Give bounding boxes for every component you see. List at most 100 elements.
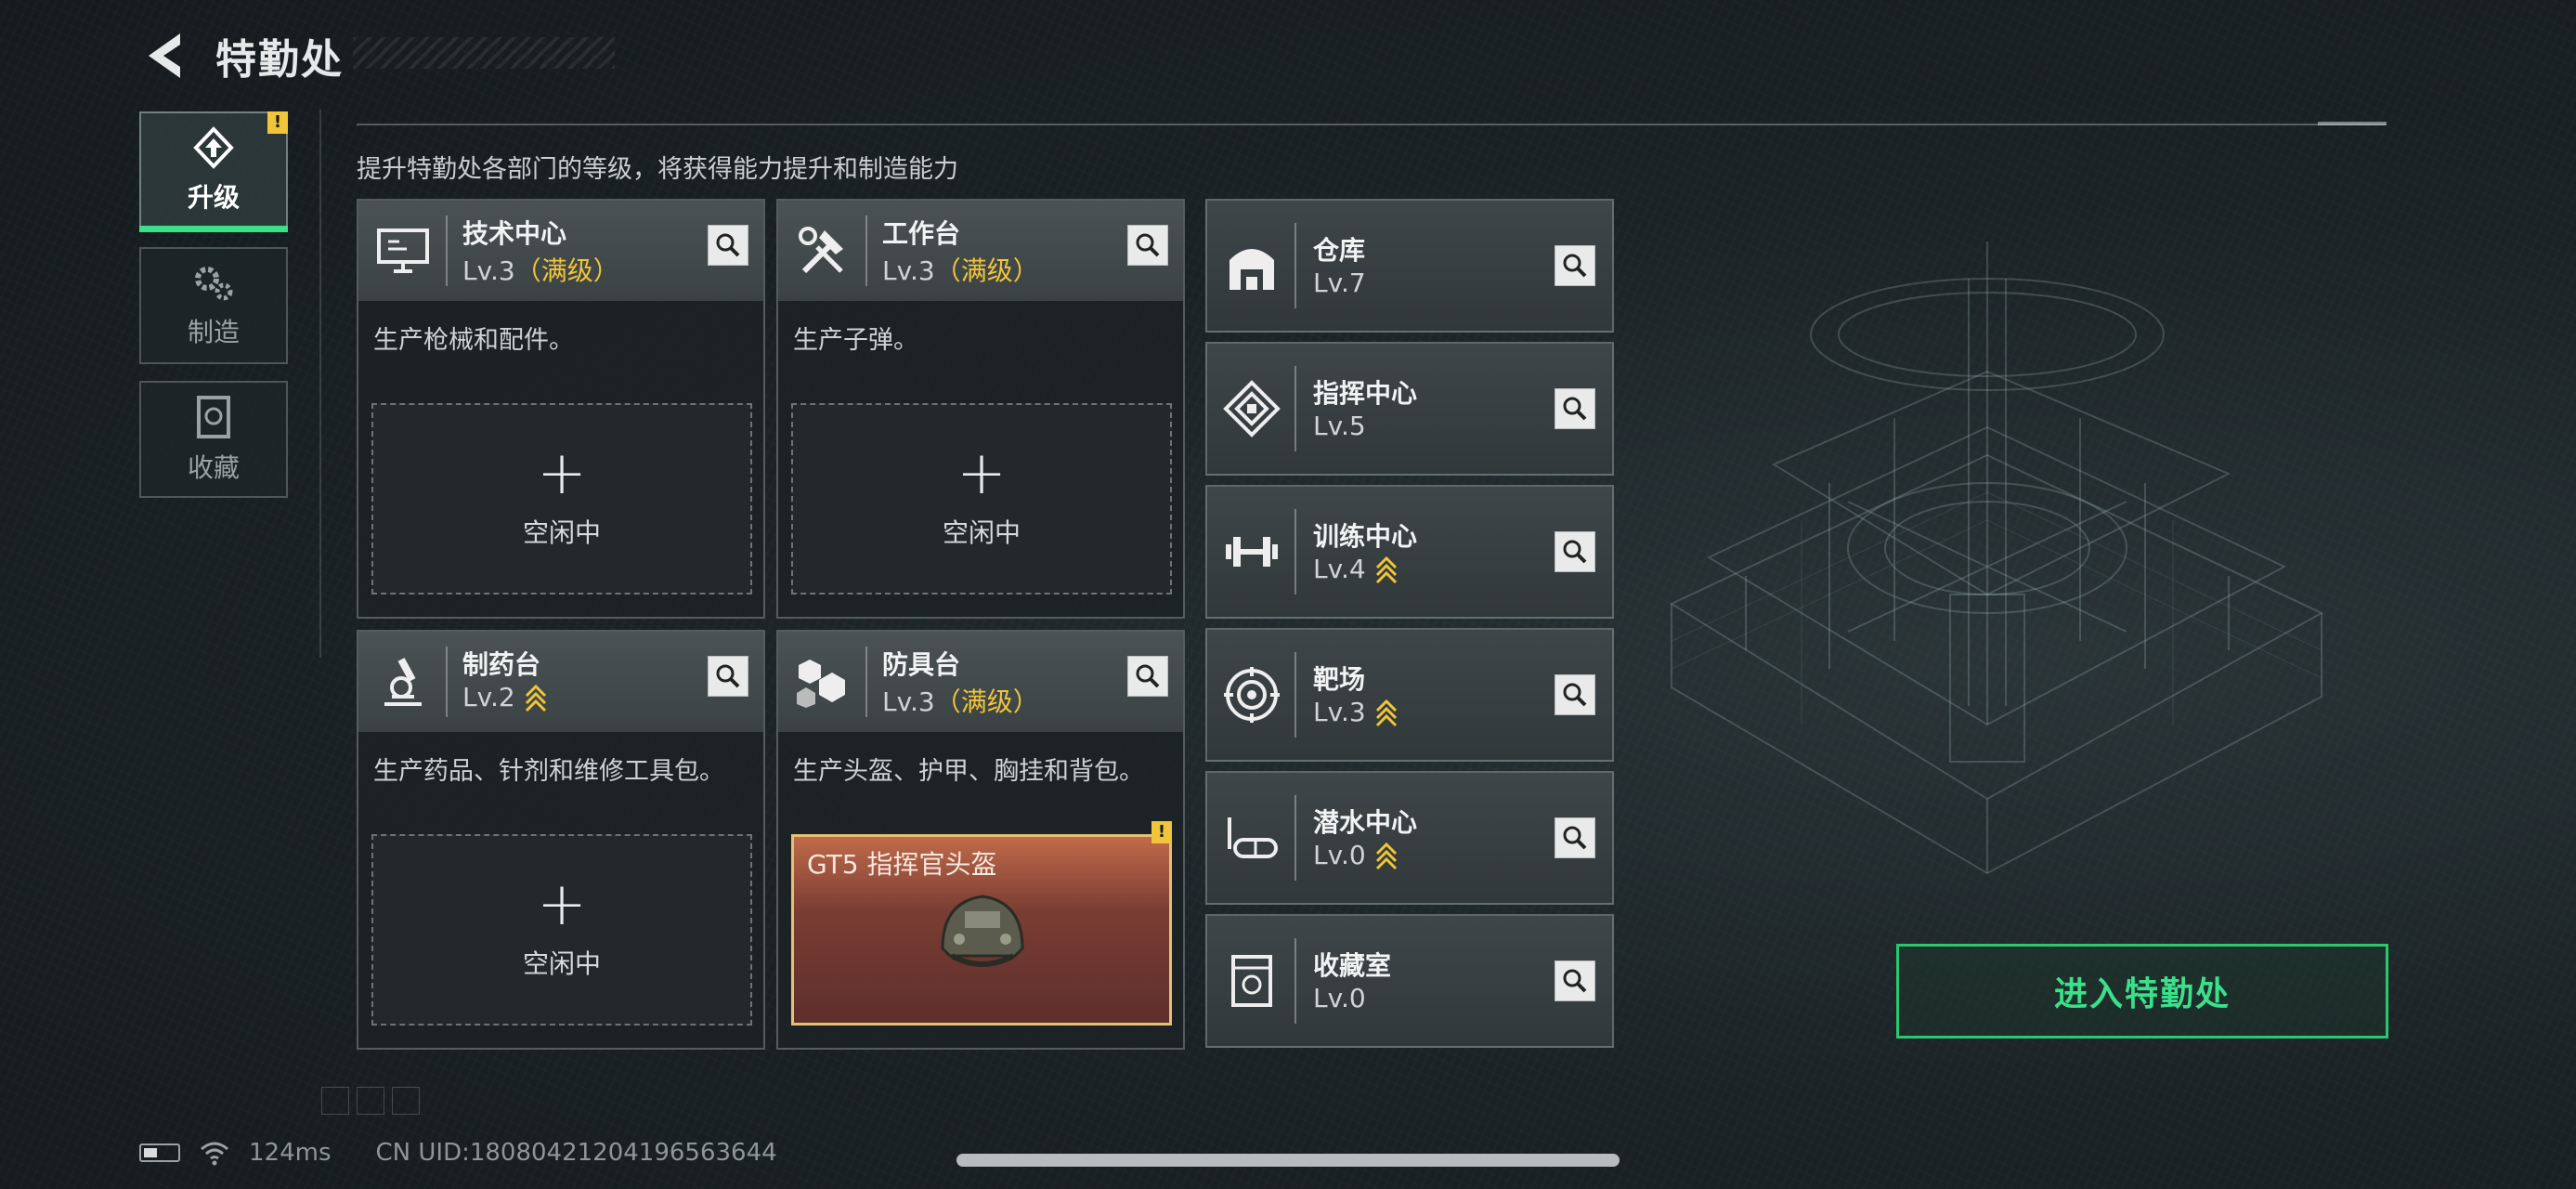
card-separator xyxy=(1295,366,1296,451)
diving-mask-icon xyxy=(1228,817,1278,858)
max-level-tag: （满级） xyxy=(934,255,1039,286)
department-card-command-center[interactable]: 指挥中心 Lv.5 xyxy=(1205,342,1614,476)
sidebar-divider xyxy=(319,110,321,658)
department-name: 仓库 xyxy=(1313,235,1366,266)
tab-craft-label: 制造 xyxy=(187,317,240,347)
collection-icon xyxy=(197,396,230,438)
workshop-name: 制药台 xyxy=(462,649,541,680)
search-button[interactable] xyxy=(1127,225,1168,266)
department-card-shooting-range[interactable]: 靶场 Lv.3 xyxy=(1205,628,1614,762)
user-uid: CN UID:18080421204196563644 xyxy=(375,1139,777,1167)
decorative-squares xyxy=(321,1087,420,1115)
upgrade-icon xyxy=(193,126,234,169)
search-icon xyxy=(1563,254,1587,278)
production-slot-item[interactable]: GT5 指挥官头盔 xyxy=(791,834,1172,1026)
search-button[interactable] xyxy=(1555,960,1595,1001)
department-name: 指挥中心 xyxy=(1313,378,1418,409)
upgrade-available-icon xyxy=(525,684,546,712)
home-indicator[interactable] xyxy=(956,1154,1620,1167)
card-header: 防具台 Lv.3（满级） xyxy=(778,632,1183,732)
upgrade-available-icon xyxy=(1375,842,1397,869)
battery-icon xyxy=(139,1143,180,1162)
search-button[interactable] xyxy=(1555,674,1595,715)
workshop-card-pharmacy[interactable]: 制药台 Lv.2 生产药品、针剂和维修工具包。 + 空闲中 xyxy=(357,630,765,1050)
header-separator xyxy=(865,647,867,717)
production-slot-empty[interactable]: + 空闲中 xyxy=(371,834,752,1026)
page-title: 特勤处 xyxy=(215,36,344,84)
card-header: 技术中心 Lv.3（满级） xyxy=(358,201,763,301)
item-alert-badge: ! xyxy=(1151,821,1172,843)
computer-icon xyxy=(377,229,429,273)
search-icon xyxy=(716,664,740,688)
enter-special-ops-button[interactable]: 进入特勤处 xyxy=(1896,944,2388,1039)
workshop-card-armor-bench[interactable]: 防具台 Lv.3（满级） 生产头盔、护甲、胸挂和背包。 GT5 指挥官头盔 ! xyxy=(776,630,1185,1050)
department-card-warehouse[interactable]: 仓库 Lv.7 xyxy=(1205,199,1614,333)
tab-upgrade-alert-badge: ! xyxy=(267,111,288,134)
add-icon: + xyxy=(537,870,587,939)
search-button[interactable] xyxy=(1555,817,1595,858)
header-separator xyxy=(865,216,867,286)
card-separator xyxy=(1295,652,1296,738)
workshop-description: 生产子弹。 xyxy=(793,326,918,355)
search-icon xyxy=(1563,969,1587,993)
department-name: 训练中心 xyxy=(1313,521,1418,552)
department-card-training-center[interactable]: 训练中心 Lv.4 xyxy=(1205,485,1614,619)
workshop-name: 工作台 xyxy=(882,218,961,249)
tab-collection-label: 收藏 xyxy=(187,452,240,483)
search-icon xyxy=(1136,233,1160,257)
upgrade-available-icon xyxy=(1375,555,1397,583)
helmet-icon xyxy=(941,895,1024,967)
search-button[interactable] xyxy=(708,656,748,697)
department-name: 潜水中心 xyxy=(1313,807,1418,838)
search-button[interactable] xyxy=(708,225,748,266)
workshop-level: Lv.3（满级） xyxy=(882,686,1039,717)
card-separator xyxy=(1295,223,1296,308)
production-slot-empty[interactable]: + 空闲中 xyxy=(371,403,752,594)
gears-icon xyxy=(195,267,233,301)
header-separator xyxy=(446,216,448,286)
department-card-diving-center[interactable]: 潜水中心 Lv.0 xyxy=(1205,771,1614,905)
workshop-name: 技术中心 xyxy=(462,218,567,249)
workshop-level: Lv.2 xyxy=(462,682,547,712)
department-name: 收藏室 xyxy=(1313,950,1392,981)
tab-upgrade[interactable]: 升级 xyxy=(139,111,288,229)
department-level: Lv.3 xyxy=(1313,697,1398,727)
add-icon: + xyxy=(956,439,1007,508)
title-decoration xyxy=(353,37,615,69)
back-arrow-icon[interactable] xyxy=(139,28,195,84)
department-level: Lv.4 xyxy=(1313,554,1398,584)
department-name: 靶场 xyxy=(1313,664,1366,695)
status-bar: 124ms CN UID:18080421204196563644 xyxy=(139,1139,777,1167)
workshop-card-workbench[interactable]: 工作台 Lv.3（满级） 生产子弹。 + 空闲中 xyxy=(776,199,1185,619)
tab-craft[interactable]: 制造 xyxy=(139,247,288,364)
production-slot-empty[interactable]: + 空闲中 xyxy=(791,403,1172,594)
max-level-tag: （满级） xyxy=(934,686,1039,717)
department-level: Lv.5 xyxy=(1313,411,1366,441)
item-name: GT5 指挥官头盔 xyxy=(807,849,997,880)
wifi-icon xyxy=(201,1142,228,1166)
tools-icon xyxy=(799,227,843,274)
warehouse-icon xyxy=(1229,249,1274,290)
header-divider-accent xyxy=(2318,122,2387,125)
search-button[interactable] xyxy=(1555,245,1595,286)
tab-collection[interactable]: 收藏 xyxy=(139,381,288,498)
upgrade-available-icon xyxy=(1375,699,1397,726)
search-button[interactable] xyxy=(1555,388,1595,429)
workshop-level: Lv.3（满级） xyxy=(882,255,1039,286)
department-card-collection-room[interactable]: 收藏室 Lv.0 xyxy=(1205,914,1614,1048)
department-level: Lv.0 xyxy=(1313,983,1366,1013)
workshop-card-tech-center[interactable]: 技术中心 Lv.3（满级） 生产枪械和配件。 + 空闲中 xyxy=(357,199,765,619)
microscope-icon xyxy=(384,658,422,706)
header-separator xyxy=(446,647,448,717)
slot-status: 空闲中 xyxy=(522,948,601,979)
tab-active-indicator xyxy=(139,226,288,232)
target-icon xyxy=(1224,667,1280,723)
department-level: Lv.0 xyxy=(1313,840,1398,870)
search-icon xyxy=(1563,826,1587,850)
workshop-description: 生产枪械和配件。 xyxy=(373,326,574,355)
add-icon: + xyxy=(537,439,587,508)
search-button[interactable] xyxy=(1555,531,1595,572)
department-level: Lv.7 xyxy=(1313,268,1366,298)
ping-value: 124ms xyxy=(249,1139,332,1167)
search-button[interactable] xyxy=(1127,656,1168,697)
